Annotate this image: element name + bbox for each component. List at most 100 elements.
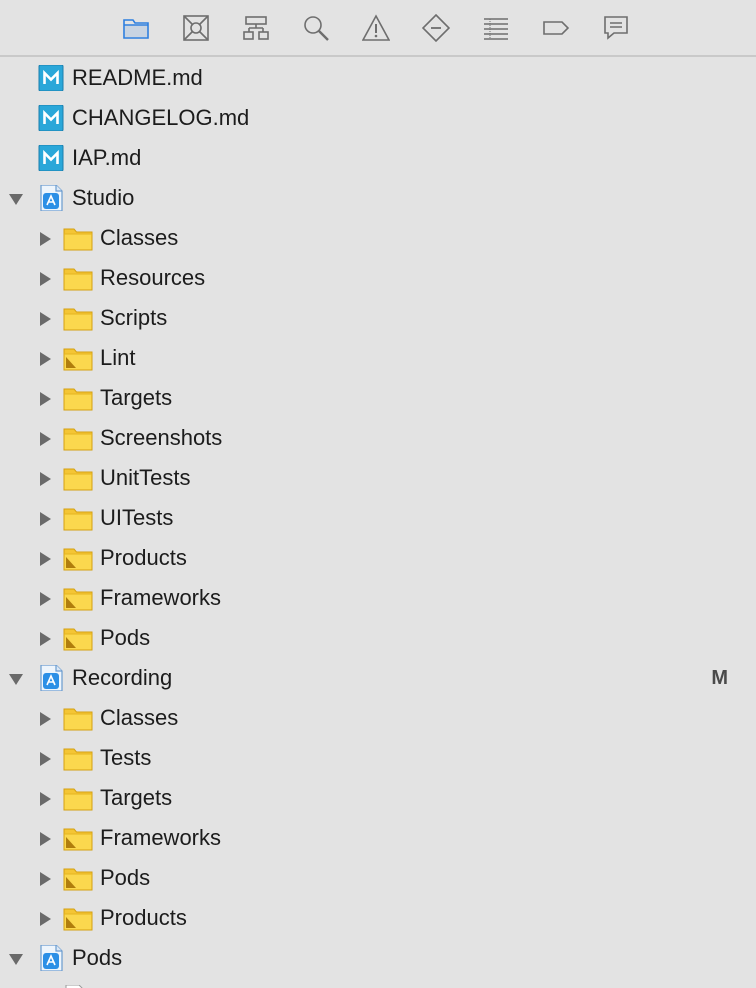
tree-item-label: README.md bbox=[72, 65, 203, 90]
tree-row[interactable]: Lint bbox=[0, 338, 756, 378]
tree-item-label: Scripts bbox=[100, 305, 168, 330]
disclosure-closed-icon[interactable] bbox=[37, 871, 53, 887]
source-control-status-badge: M bbox=[711, 667, 728, 689]
tree-row[interactable]: Tests bbox=[0, 738, 756, 778]
group-folder-icon bbox=[62, 625, 94, 651]
folder-icon bbox=[62, 785, 94, 811]
tree-item-label: CHANGELOG.md bbox=[72, 105, 250, 130]
markdown-file-icon bbox=[38, 65, 64, 91]
disclosure-closed-icon[interactable] bbox=[37, 231, 53, 247]
folder-icon bbox=[62, 425, 94, 451]
disclosure-closed-icon[interactable] bbox=[37, 471, 53, 487]
folder-icon bbox=[62, 465, 94, 491]
markdown-file-icon bbox=[38, 145, 64, 171]
hierarchy-icon[interactable] bbox=[241, 13, 271, 43]
tree-row[interactable]: IAP.md bbox=[0, 138, 756, 178]
project-icon bbox=[38, 665, 64, 691]
disclosure-closed-icon[interactable] bbox=[37, 751, 53, 767]
folder-icon bbox=[62, 225, 94, 251]
tree-row[interactable]: Screenshots bbox=[0, 418, 756, 458]
tree-item-label: Pods bbox=[100, 865, 151, 890]
tree-row[interactable]: Scripts bbox=[0, 298, 756, 338]
navigator-toolbar bbox=[0, 0, 756, 57]
tree-item-label: Lint bbox=[100, 345, 136, 370]
tree-item-label: Recording bbox=[72, 665, 173, 690]
tree-row[interactable]: Targets bbox=[0, 378, 756, 418]
group-folder-icon bbox=[62, 545, 94, 571]
tree-row[interactable]: Products bbox=[0, 898, 756, 938]
tree-item-label: Classes bbox=[100, 225, 179, 250]
folder-icon bbox=[62, 305, 94, 331]
tree-item-label: Tests bbox=[100, 745, 152, 770]
tree-item-label: Frameworks bbox=[100, 825, 222, 850]
tree-item-label: UITests bbox=[100, 505, 174, 530]
tree-item-label: Classes bbox=[100, 705, 179, 730]
disclosure-closed-icon[interactable] bbox=[37, 551, 53, 567]
folder-icon[interactable] bbox=[121, 13, 151, 43]
disclosure-open-icon[interactable] bbox=[8, 951, 24, 967]
folder-icon bbox=[62, 745, 94, 771]
tree-row[interactable]: Resources bbox=[0, 258, 756, 298]
group-folder-icon bbox=[62, 345, 94, 371]
markdown-file-icon bbox=[38, 105, 64, 131]
tree-item-label: Frameworks bbox=[100, 585, 222, 610]
project-icon bbox=[38, 185, 64, 211]
tree-item-label: Products bbox=[100, 905, 187, 930]
project-icon bbox=[38, 945, 64, 971]
tree-item-label: IAP.md bbox=[72, 145, 142, 170]
tree-row[interactable] bbox=[0, 978, 756, 988]
folder-icon bbox=[62, 705, 94, 731]
group-folder-icon bbox=[62, 905, 94, 931]
tree-item-label: Screenshots bbox=[100, 425, 223, 450]
disclosure-closed-icon[interactable] bbox=[37, 631, 53, 647]
disclosure-closed-icon[interactable] bbox=[37, 351, 53, 367]
tree-item-label: Targets bbox=[100, 385, 173, 410]
tree-item-label: Targets bbox=[100, 785, 173, 810]
group-folder-icon bbox=[62, 825, 94, 851]
disclosure-closed-icon[interactable] bbox=[37, 791, 53, 807]
disclosure-open-icon[interactable] bbox=[8, 671, 24, 687]
tree-row[interactable]: Targets bbox=[0, 778, 756, 818]
tree-row[interactable]: README.md bbox=[0, 58, 756, 98]
tree-row[interactable]: CHANGELOG.md bbox=[0, 98, 756, 138]
disclosure-closed-icon[interactable] bbox=[37, 391, 53, 407]
tree-row[interactable]: Classes bbox=[0, 698, 756, 738]
tree-row[interactable]: Frameworks bbox=[0, 578, 756, 618]
folder-icon bbox=[62, 505, 94, 531]
debug-list-icon[interactable] bbox=[481, 13, 511, 43]
disclosure-closed-icon[interactable] bbox=[37, 431, 53, 447]
tree-row[interactable]: Studio bbox=[0, 178, 756, 218]
disclosure-closed-icon[interactable] bbox=[37, 511, 53, 527]
group-folder-icon bbox=[62, 865, 94, 891]
breakpoint-tag-icon[interactable] bbox=[541, 13, 571, 43]
search-icon[interactable] bbox=[301, 13, 331, 43]
tree-row[interactable]: Classes bbox=[0, 218, 756, 258]
source-control-icon[interactable] bbox=[181, 13, 211, 43]
tree-item-label: Pods bbox=[72, 945, 123, 970]
tree-row[interactable]: Pods bbox=[0, 938, 756, 978]
tree-item-label: Resources bbox=[100, 265, 206, 290]
tree-row[interactable]: Frameworks bbox=[0, 818, 756, 858]
disclosure-open-icon[interactable] bbox=[8, 191, 24, 207]
tree-row[interactable]: UITests bbox=[0, 498, 756, 538]
disclosure-closed-icon[interactable] bbox=[37, 591, 53, 607]
tree-row[interactable]: UnitTests bbox=[0, 458, 756, 498]
folder-icon bbox=[62, 385, 94, 411]
tree-item-label: Pods bbox=[100, 625, 151, 650]
disclosure-closed-icon[interactable] bbox=[37, 711, 53, 727]
project-navigator-tree: README.md CHANGELOG.md IAP.md Studio Classes… bbox=[0, 58, 756, 988]
tree-item-label: Studio bbox=[72, 185, 135, 210]
tree-row[interactable]: Pods bbox=[0, 618, 756, 658]
folder-icon bbox=[62, 265, 94, 291]
group-folder-icon bbox=[62, 585, 94, 611]
tree-row[interactable]: Products bbox=[0, 538, 756, 578]
disclosure-closed-icon[interactable] bbox=[37, 911, 53, 927]
warning-icon[interactable] bbox=[361, 13, 391, 43]
tree-row[interactable]: Pods bbox=[0, 858, 756, 898]
report-bubble-icon[interactable] bbox=[601, 13, 631, 43]
test-diamond-icon[interactable] bbox=[421, 13, 451, 43]
disclosure-closed-icon[interactable] bbox=[37, 271, 53, 287]
disclosure-closed-icon[interactable] bbox=[37, 311, 53, 327]
disclosure-closed-icon[interactable] bbox=[37, 831, 53, 847]
tree-row[interactable]: Recording M bbox=[0, 658, 756, 698]
